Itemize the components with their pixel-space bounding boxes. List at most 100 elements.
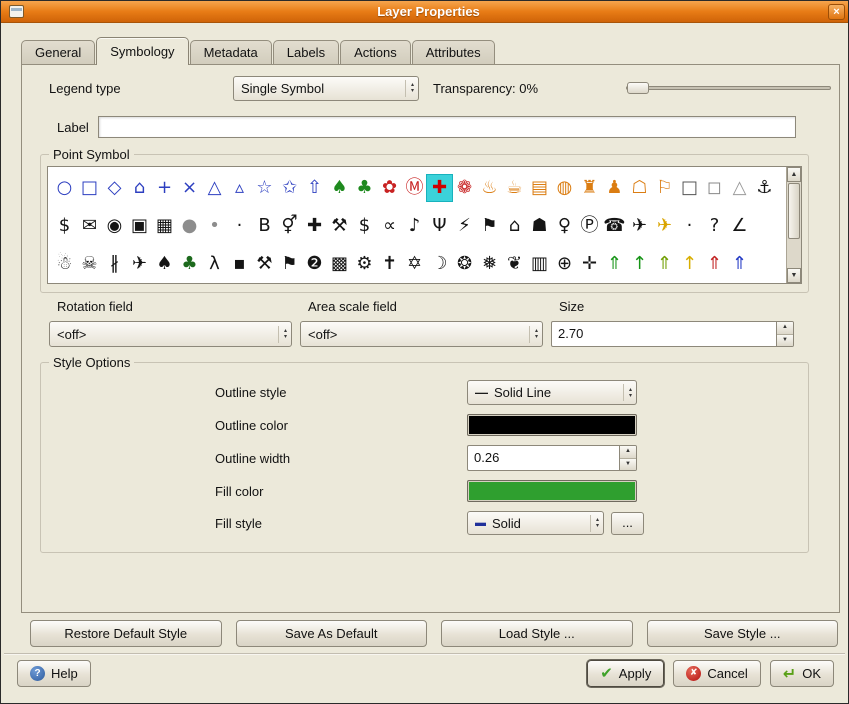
symbol-parking[interactable]: Ⓟ <box>577 213 602 239</box>
symbol-flower[interactable]: ✿ <box>377 175 402 201</box>
symbol-music[interactable]: ♪ <box>402 213 427 239</box>
tab-actions[interactable]: Actions <box>340 40 411 64</box>
symbol-arrow-green-circle[interactable]: ⇑ <box>602 251 627 277</box>
outline-width-decrement-button[interactable]: ▼ <box>620 459 636 471</box>
save-as-default-button[interactable]: Save As Default <box>236 620 428 647</box>
symbol-flag[interactable]: ⚑ <box>277 251 302 277</box>
symbol-walking[interactable]: λ <box>202 251 227 277</box>
symbol-forest-conifer[interactable]: ♠ <box>152 251 177 277</box>
symbol-hut[interactable]: ▩ <box>327 251 352 277</box>
symbol-skiing[interactable]: ☃ <box>52 251 77 277</box>
close-button[interactable]: × <box>828 4 845 20</box>
symbol-cafe[interactable]: ☕ <box>502 175 527 201</box>
symbol-bank[interactable]: B <box>252 213 277 239</box>
symbol-small-square[interactable]: ▪ <box>227 251 252 277</box>
symbol-star-outline[interactable]: ☆ <box>252 175 277 201</box>
symbol-religious-cross[interactable]: ✝ <box>377 251 402 277</box>
symbol-atm[interactable]: $ <box>352 213 377 239</box>
symbol-works[interactable]: ☗ <box>527 213 552 239</box>
symbol-sun[interactable]: ❂ <box>452 251 477 277</box>
load-style-button[interactable]: Load Style ... <box>441 620 633 647</box>
symbol-first-aid-cross[interactable]: ✚ <box>427 175 452 201</box>
symbol-fuel[interactable]: ⚡ <box>452 213 477 239</box>
scroll-up-button[interactable]: ▲ <box>787 167 801 182</box>
symbol-point[interactable]: · <box>677 213 702 239</box>
symbol-golf[interactable]: ⚑ <box>477 213 502 239</box>
slider-handle[interactable] <box>627 82 649 94</box>
symbol-moon[interactable]: ☽ <box>427 251 452 277</box>
symbol-camera[interactable]: ◉ <box>102 213 127 239</box>
symbol-airport[interactable]: ✈ <box>627 213 652 239</box>
symbol-diamond[interactable]: ◇ <box>102 175 127 201</box>
scrollbar-trough[interactable] <box>787 240 801 268</box>
symbol-large-dot[interactable]: ● <box>177 213 202 239</box>
symbol-statue[interactable]: ♟ <box>602 175 627 201</box>
symbol-arrow-yellow[interactable]: ↑ <box>677 251 702 277</box>
symbol-open-cross[interactable]: ✛ <box>577 251 602 277</box>
size-spinner[interactable]: 2.70 ▲▼ <box>551 321 794 347</box>
symbol-glider[interactable]: ✈ <box>127 251 152 277</box>
symbol-white-rectangle[interactable]: □ <box>677 175 702 201</box>
symbol-blossom[interactable]: ❁ <box>452 175 477 201</box>
tab-attributes[interactable]: Attributes <box>412 40 495 64</box>
symbol-balloon[interactable]: ♀ <box>552 213 577 239</box>
help-button[interactable]: ? Help <box>17 660 91 687</box>
symbol-equilateral-triangle[interactable]: ▵ <box>227 175 252 201</box>
symbol-regular-star[interactable]: ✩ <box>277 175 302 201</box>
symbol-medium-dot[interactable]: • <box>202 213 227 239</box>
symbol-anchor[interactable]: ⚓ <box>752 175 777 201</box>
symbol-forest-tree[interactable]: ♣ <box>177 251 202 277</box>
symbol-monument[interactable]: Ⓜ <box>402 175 427 201</box>
ok-button[interactable]: ↵ OK <box>770 660 834 687</box>
symbol-circle[interactable]: ○ <box>52 175 77 201</box>
tab-labels[interactable]: Labels <box>273 40 339 64</box>
area-scale-field-select[interactable]: <off> ▴▾ <box>300 321 543 347</box>
symbol-small-dot[interactable]: · <box>227 213 252 239</box>
symbol-cross[interactable]: + <box>152 175 177 201</box>
tab-metadata[interactable]: Metadata <box>190 40 272 64</box>
rotation-field-select[interactable]: <off> ▴▾ <box>49 321 292 347</box>
symbol-tower[interactable]: ♜ <box>577 175 602 201</box>
symbol-triangle[interactable]: △ <box>202 175 227 201</box>
symbol-bank-card[interactable]: ✉ <box>77 213 102 239</box>
symbol-gray-triangle[interactable]: △ <box>727 175 752 201</box>
fill-color-button[interactable] <box>467 480 637 502</box>
symbol-house[interactable]: ⌂ <box>502 213 527 239</box>
symbol-dollar[interactable]: $ <box>52 213 77 239</box>
symbol-arrow-up[interactable]: ⇧ <box>302 175 327 201</box>
symbol-car[interactable]: ▣ <box>127 213 152 239</box>
symbol-mine[interactable]: ⚒ <box>252 251 277 277</box>
symbol-spring[interactable]: ♨ <box>477 175 502 201</box>
outline-width-increment-button[interactable]: ▲ <box>620 446 636 459</box>
symbol-workshop[interactable]: ⚒ <box>327 213 352 239</box>
apply-button[interactable]: ✔ Apply <box>587 660 664 687</box>
symbol-scrollbar[interactable]: ▲ ▼ <box>786 167 801 283</box>
symbol-small-rectangle[interactable]: ◻ <box>702 175 727 201</box>
tab-general[interactable]: General <box>21 40 95 64</box>
symbol-rectangle[interactable]: □ <box>77 175 102 201</box>
symbol-arrow-green[interactable]: ↑ <box>627 251 652 277</box>
symbol-lodging[interactable]: ▤ <box>527 175 552 201</box>
symbol-pentagon[interactable]: ⌂ <box>127 175 152 201</box>
symbol-conifer-tree[interactable]: ♠ <box>327 175 352 201</box>
symbol-circle-cross[interactable]: ⊕ <box>552 251 577 277</box>
symbol-building[interactable]: ▦ <box>152 213 177 239</box>
symbol-arrow-olive-circle[interactable]: ⇑ <box>652 251 677 277</box>
symbol-route-marker[interactable]: ❷ <box>302 251 327 277</box>
symbol-unknown[interactable]: ? <box>702 213 727 239</box>
save-style-button[interactable]: Save Style ... <box>647 620 839 647</box>
outline-color-button[interactable] <box>467 414 637 436</box>
symbol-airfield[interactable]: ✈ <box>652 213 677 239</box>
symbol-arrow-red-circle[interactable]: ⇑ <box>702 251 727 277</box>
symbol-picture[interactable]: ◍ <box>552 175 577 201</box>
fill-style-more-button[interactable]: ... <box>611 512 644 535</box>
legend-type-select[interactable]: Single Symbol ▴▾ <box>233 76 419 101</box>
scroll-down-button[interactable]: ▼ <box>787 268 801 283</box>
symbol-cross-x[interactable]: × <box>177 175 202 201</box>
symbol-meeting-point[interactable]: ⚐ <box>652 175 677 201</box>
scrollbar-thumb[interactable] <box>788 183 800 239</box>
symbol-toilets[interactable]: ⚥ <box>277 213 302 239</box>
size-increment-button[interactable]: ▲ <box>777 322 793 335</box>
symbol-slipway[interactable]: ∠ <box>727 213 752 239</box>
symbol-danger[interactable]: ☠ <box>77 251 102 277</box>
